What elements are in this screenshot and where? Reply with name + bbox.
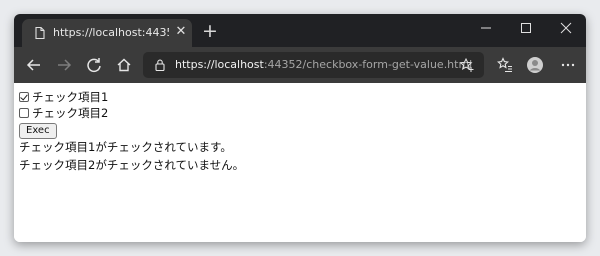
refresh-icon (87, 58, 101, 73)
new-tab-button[interactable]: + (199, 20, 221, 42)
url-scheme: https:// (175, 58, 215, 71)
checkbox-row-2[interactable]: チェック項目2 (19, 105, 108, 121)
forward-button[interactable] (53, 54, 75, 76)
checkbox-row-1[interactable]: チェック項目1 (19, 89, 108, 105)
home-icon (117, 58, 131, 72)
back-arrow-icon (26, 59, 40, 71)
checkbox-1[interactable] (19, 92, 29, 102)
favorites-button[interactable] (494, 54, 516, 76)
refresh-button[interactable] (83, 54, 105, 76)
settings-more-button[interactable] (557, 54, 579, 76)
page-document-icon (33, 26, 47, 40)
minimize-button[interactable] (466, 14, 506, 42)
avatar-icon (527, 57, 543, 73)
title-bar: https://localhost:44352/checkbox ✕ + (14, 14, 586, 47)
tab-close-icon[interactable]: ✕ (174, 25, 188, 39)
maximize-button[interactable] (506, 14, 546, 42)
checkbox-2[interactable] (19, 108, 29, 118)
url-path: :44352/checkbox-form-get-value.html (263, 58, 473, 71)
close-window-button[interactable] (546, 14, 586, 42)
lock-icon[interactable] (153, 58, 167, 72)
browser-window: https://localhost:44352/checkbox ✕ + (14, 14, 586, 242)
url-text: https://localhost:44352/checkbox-form-ge… (175, 58, 472, 72)
result-line-2: チェック項目2がチェックされていません。 (19, 158, 245, 172)
tab-title: https://localhost:44352/checkbox (53, 26, 169, 39)
forward-arrow-icon (58, 59, 72, 71)
browser-toolbar: https://localhost:44352/checkbox-form-ge… (14, 47, 586, 83)
profile-button[interactable] (524, 54, 546, 76)
add-favorite-icon[interactable] (459, 57, 475, 73)
favorites-icon (497, 57, 512, 73)
more-dots-icon (561, 63, 575, 67)
exec-button[interactable]: Exec (19, 123, 57, 139)
result-line-1: チェック項目1がチェックされています。 (19, 140, 232, 154)
address-bar[interactable]: https://localhost:44352/checkbox-form-ge… (143, 52, 484, 78)
url-host: localhost (214, 58, 264, 71)
checkbox-1-label[interactable]: チェック項目1 (32, 90, 108, 104)
back-button[interactable] (23, 54, 45, 76)
browser-tab[interactable]: https://localhost:44352/checkbox ✕ (22, 19, 192, 47)
checkbox-2-label[interactable]: チェック項目2 (32, 106, 108, 120)
home-button[interactable] (113, 54, 135, 76)
page-content: チェック項目1 チェック項目2 Exec チェック項目1がチェックされています。… (14, 83, 586, 242)
